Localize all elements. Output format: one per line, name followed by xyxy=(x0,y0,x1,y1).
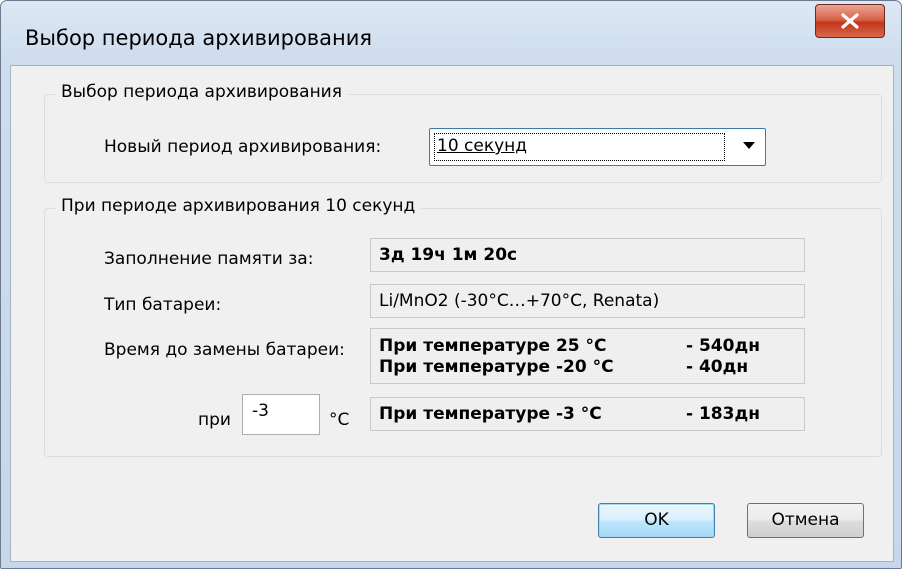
cancel-button[interactable]: Отмена xyxy=(747,503,864,538)
temperature-input[interactable]: -3 xyxy=(242,394,320,435)
battery-row-label: При температуре 25 °C xyxy=(379,336,607,356)
memory-fill-label: Заполнение памяти за: xyxy=(104,249,314,269)
battery-row-days: - 40дн xyxy=(686,357,749,377)
battery-row-days: - 540дн xyxy=(686,336,760,356)
window-title: Выбор периода архивирования xyxy=(25,26,373,50)
battery-row-custom: При температуре -3 °C - 183дн xyxy=(379,404,760,424)
battery-replace-value: При температуре 25 °C - 540дн При темпер… xyxy=(370,328,805,384)
period-select-value: 10 секунд xyxy=(434,133,725,161)
chevron-down-icon[interactable] xyxy=(743,142,755,149)
battery-row-25: При температуре 25 °C - 540дн xyxy=(379,336,760,356)
close-x-icon xyxy=(841,13,859,29)
custom-temperature-value: При температуре -3 °C - 183дн xyxy=(370,397,805,431)
battery-row-minus20: При температуре -20 °C - 40дн xyxy=(379,357,748,377)
temperature-unit: °C xyxy=(329,410,350,430)
archive-info-group: При периоде архивирования 10 секунд Запо… xyxy=(44,196,882,457)
period-select[interactable]: 10 секунд xyxy=(429,128,766,166)
close-button[interactable] xyxy=(815,4,885,38)
dialog-window: Выбор периода архивирования Выбор период… xyxy=(0,0,902,569)
battery-type-value: Li/MnO2 (-30°C…+70°C, Renata) xyxy=(370,284,805,318)
battery-row-label: При температуре -20 °C xyxy=(379,357,614,377)
battery-row-days: - 183дн xyxy=(686,404,760,424)
new-period-label: Новый период архивирования: xyxy=(104,137,382,157)
at-label: при xyxy=(198,410,231,430)
battery-replace-label: Время до замены батареи: xyxy=(104,340,345,360)
info-group-legend: При периоде архивирования 10 секунд xyxy=(55,196,422,216)
period-group-legend: Выбор периода архивирования xyxy=(55,82,348,102)
ok-button[interactable]: OK xyxy=(598,503,715,538)
title-bar[interactable]: Выбор периода архивирования xyxy=(1,1,901,63)
memory-fill-value: 3д 19ч 1м 20с xyxy=(370,238,805,272)
battery-type-label: Тип батареи: xyxy=(104,295,222,315)
period-selection-group: Выбор периода архивирования Новый период… xyxy=(44,82,882,183)
battery-row-label: При температуре -3 °C xyxy=(379,404,602,424)
dialog-client-area: Выбор периода архивирования Новый период… xyxy=(10,65,894,562)
